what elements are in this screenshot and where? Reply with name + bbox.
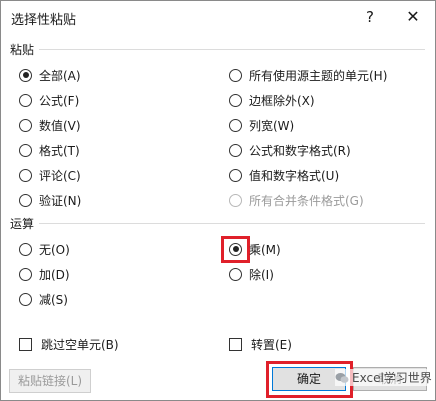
radio-label: 加(D): [39, 267, 70, 282]
radio-label: 格式(T): [39, 143, 80, 158]
checkbox[interactable]: [229, 337, 242, 351]
watermark-text: Excel学习世界: [352, 371, 432, 385]
operation-group-label: 运算: [10, 217, 35, 231]
radio-paste-column-widths[interactable]: 列宽(W): [229, 115, 294, 135]
radio-operation-subtract[interactable]: 减(S): [19, 289, 68, 309]
radio-button[interactable]: [19, 143, 32, 157]
radio-button[interactable]: [19, 93, 32, 107]
radio-label: 减(S): [39, 292, 68, 307]
radio-button[interactable]: [19, 193, 32, 207]
radio-button[interactable]: [19, 168, 32, 182]
paste-group-divider: [39, 49, 425, 50]
radio-label: 全部(A): [39, 68, 81, 83]
radio-label: 无(O): [39, 242, 70, 257]
radio-label: 乘(M): [249, 242, 281, 257]
operation-group-divider: [39, 223, 425, 224]
radio-button: [229, 193, 242, 207]
paste-link-button: 粘贴链接(L): [9, 369, 91, 393]
radio-button[interactable]: [229, 93, 242, 107]
radio-button[interactable]: [229, 143, 242, 157]
watermark: Excel学习世界: [335, 369, 432, 386]
checkbox-label: 跳过空单元(B): [41, 337, 119, 352]
radio-operation-divide[interactable]: 除(I): [229, 264, 274, 284]
radio-label: 数值(V): [39, 118, 81, 133]
radio-paste-values-number-formats[interactable]: 值和数字格式(U): [229, 165, 339, 185]
radio-button[interactable]: [229, 68, 242, 82]
radio-label: 所有合并条件格式(G): [249, 193, 364, 208]
radio-paste-all-source-theme[interactable]: 所有使用源主题的单元(H): [229, 65, 387, 85]
radio-label: 公式和数字格式(R): [249, 143, 351, 158]
radio-operation-none[interactable]: 无(O): [19, 239, 70, 259]
radio-paste-comments[interactable]: 评论(C): [19, 165, 81, 185]
radio-paste-formats[interactable]: 格式(T): [19, 140, 80, 160]
checkbox-label: 转置(E): [251, 337, 292, 352]
help-icon[interactable]: ?: [359, 6, 381, 28]
radio-label: 所有使用源主题的单元(H): [249, 68, 388, 83]
radio-paste-all[interactable]: 全部(A): [19, 65, 81, 85]
dialog-title: 选择性粘贴: [11, 13, 77, 28]
radio-label: 边框除外(X): [249, 93, 315, 108]
checkbox-transpose[interactable]: 转置(E): [229, 334, 292, 354]
radio-button[interactable]: [229, 267, 242, 281]
radio-paste-merge-conditional-formats: 所有合并条件格式(G): [229, 190, 364, 210]
paste-group-label: 粘贴: [10, 43, 35, 57]
checkbox[interactable]: [19, 337, 32, 351]
radio-button[interactable]: [19, 292, 32, 306]
checkbox-skip-blanks[interactable]: 跳过空单元(B): [19, 334, 119, 354]
radio-button[interactable]: [19, 118, 32, 132]
paste-special-dialog: 选择性粘贴 ? ✕ 粘贴 全部(A) 公式(F) 数值(V) 格式(T) 评论(…: [0, 0, 436, 401]
radio-button[interactable]: [19, 242, 32, 256]
radio-label: 评论(C): [39, 168, 81, 183]
radio-label: 验证(N): [39, 193, 82, 208]
radio-label: 列宽(W): [249, 118, 295, 133]
radio-operation-multiply[interactable]: 乘(M): [229, 239, 281, 259]
radio-paste-validation[interactable]: 验证(N): [19, 190, 81, 210]
radio-paste-except-borders[interactable]: 边框除外(X): [229, 90, 315, 110]
radio-label: 公式(F): [39, 93, 80, 108]
radio-paste-values[interactable]: 数值(V): [19, 115, 81, 135]
close-icon[interactable]: ✕: [402, 6, 424, 28]
title-bar: 选择性粘贴 ? ✕: [1, 1, 435, 35]
radio-button[interactable]: [229, 242, 242, 256]
wechat-icon: [335, 372, 349, 383]
radio-operation-add[interactable]: 加(D): [19, 264, 70, 284]
radio-label: 值和数字格式(U): [249, 168, 340, 183]
radio-button[interactable]: [229, 118, 242, 132]
radio-paste-formulas[interactable]: 公式(F): [19, 90, 79, 110]
radio-label: 除(I): [249, 267, 274, 282]
radio-button[interactable]: [19, 267, 32, 281]
radio-button[interactable]: [19, 68, 32, 82]
radio-button[interactable]: [229, 168, 242, 182]
radio-paste-formulas-number-formats[interactable]: 公式和数字格式(R): [229, 140, 351, 160]
